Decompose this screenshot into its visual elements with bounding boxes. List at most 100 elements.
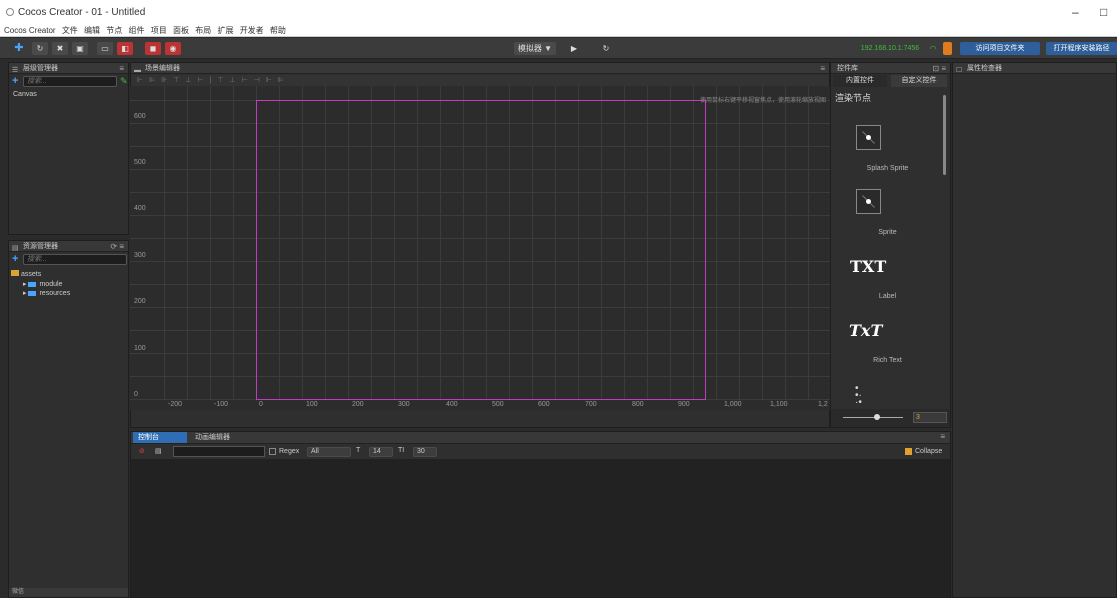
refresh-icon[interactable]: ↻ bbox=[598, 42, 614, 55]
folder-icon bbox=[28, 290, 37, 296]
scene-menu-icon[interactable]: ≡ bbox=[820, 63, 825, 74]
x-tick-label: 800 bbox=[632, 401, 644, 408]
assets-header: ▤ 资源管理器 ⟳ ≡ bbox=[9, 241, 128, 252]
widgets-title: 控件库 bbox=[837, 65, 858, 72]
open-log-icon[interactable]: ▤ bbox=[155, 447, 162, 455]
menu-panel[interactable]: 面板 bbox=[173, 25, 189, 37]
line-height-select[interactable]: 30 bbox=[413, 447, 437, 457]
widgets-menu-icon[interactable]: ⊡ ≡ bbox=[932, 63, 946, 74]
menu-edit[interactable]: 编辑 bbox=[84, 25, 100, 37]
folder-open-icon bbox=[11, 270, 19, 276]
clear-icon[interactable]: ⊘ bbox=[139, 447, 145, 455]
preview-platform-select[interactable]: 模拟器 ▼ bbox=[514, 42, 556, 55]
play-icon[interactable]: ▶ bbox=[566, 42, 582, 55]
menu-node[interactable]: 节点 bbox=[106, 25, 122, 37]
inspector-panel: ☐ 属性检查器 bbox=[952, 62, 1117, 598]
hierarchy-panel: ☰ 层级管理器 ≡ + 搜索... ✎ Canvas bbox=[8, 62, 129, 235]
menu-project[interactable]: 项目 bbox=[151, 25, 167, 37]
hierarchy-menu-icon[interactable]: ≡ bbox=[119, 63, 124, 74]
minimize-button[interactable]: – bbox=[1072, 5, 1079, 19]
hierarchy-search-icon[interactable]: ✎ bbox=[120, 76, 128, 87]
assets-menu-icon[interactable]: ⟳ ≡ bbox=[110, 241, 124, 252]
y-tick-label: 300 bbox=[134, 252, 146, 259]
window-titlebar: Cocos Creator - 01 - Untitled – □ bbox=[0, 0, 1117, 25]
y-tick-label: 0 bbox=[134, 391, 138, 398]
x-tick-label: -100 bbox=[214, 401, 229, 408]
label-icon[interactable]: TXT bbox=[850, 257, 886, 276]
hierarchy-search-input[interactable]: 搜索... bbox=[23, 76, 117, 87]
rotate-tool-icon[interactable]: ↻ bbox=[32, 42, 48, 55]
collapse-checkbox[interactable] bbox=[905, 448, 912, 455]
move-tool-icon[interactable]: ✚ bbox=[12, 42, 26, 55]
menu-component[interactable]: 组件 bbox=[129, 25, 145, 37]
record-icon[interactable]: ◼ bbox=[145, 42, 161, 55]
font-size-select[interactable]: 14 bbox=[369, 447, 393, 457]
widgets-scrollbar[interactable] bbox=[943, 95, 946, 175]
line-height-icon: TI bbox=[398, 447, 405, 454]
zoom-slider-handle[interactable] bbox=[874, 414, 880, 420]
menu-app[interactable]: Cocos Creator bbox=[4, 25, 56, 37]
assets-root-label: assets bbox=[21, 271, 42, 278]
preview-ip[interactable]: 192.168.10.1:7456 bbox=[855, 42, 925, 55]
menu-developer[interactable]: 开发者 bbox=[240, 25, 264, 37]
tab-animation-editor[interactable]: 动画编辑器 bbox=[195, 432, 255, 443]
inspector-icon: ☐ bbox=[956, 67, 963, 74]
menu-file[interactable]: 文件 bbox=[62, 25, 78, 37]
folder-resources-label: resources bbox=[39, 290, 71, 297]
widget-splash-sprite-label: Splash Sprite bbox=[866, 165, 909, 172]
tab-builtin-widgets[interactable]: 内置控件 bbox=[833, 75, 887, 87]
notification-icon[interactable] bbox=[943, 42, 952, 55]
rect-tool-icon[interactable]: ▣ bbox=[72, 42, 88, 55]
local-global-icon[interactable]: ▭ bbox=[97, 42, 113, 55]
console-tabs: 控制台 动画编辑器 ≡ bbox=[131, 432, 950, 443]
debug-icon[interactable]: ◉ bbox=[165, 42, 181, 55]
menu-extension[interactable]: 扩展 bbox=[217, 25, 233, 37]
tree-item-resources[interactable]: ▸ resources bbox=[23, 289, 70, 297]
tab-custom-widgets[interactable]: 自定义控件 bbox=[891, 75, 947, 87]
x-tick-label: -200 bbox=[168, 401, 183, 408]
open-install-folder-button[interactable]: 打开程序安装路径 bbox=[1046, 42, 1117, 55]
folder-icon bbox=[28, 281, 37, 287]
tree-item-module[interactable]: ▸ module bbox=[23, 280, 62, 288]
log-level-select[interactable]: All bbox=[307, 447, 351, 457]
widgets-zoom-bar: 3 bbox=[831, 409, 950, 427]
x-tick-label: 100 bbox=[306, 401, 318, 408]
assets-add-icon[interactable]: + bbox=[12, 253, 18, 265]
y-tick-label: 200 bbox=[134, 298, 146, 305]
regex-checkbox[interactable] bbox=[269, 448, 276, 455]
tab-console[interactable]: 控制台 bbox=[133, 432, 187, 443]
hierarchy-add-icon[interactable]: + bbox=[12, 75, 18, 87]
collapse-label: Collapse bbox=[915, 448, 943, 455]
tree-item-canvas[interactable]: Canvas bbox=[13, 91, 37, 98]
hierarchy-header: ☰ 层级管理器 ≡ bbox=[9, 63, 128, 74]
x-tick-label: 600 bbox=[538, 401, 550, 408]
console-filter-input[interactable] bbox=[173, 446, 265, 457]
window-title: Cocos Creator - 01 - Untitled bbox=[18, 7, 146, 18]
x-tick-label: 500 bbox=[492, 401, 504, 408]
rich-text-icon[interactable]: TxT bbox=[849, 321, 882, 340]
app-icon bbox=[6, 8, 14, 16]
assets-title: 资源管理器 bbox=[23, 243, 58, 250]
scale-tool-icon[interactable]: ✖ bbox=[52, 42, 68, 55]
zoom-slider-track[interactable] bbox=[843, 417, 903, 418]
font-size-icon: T bbox=[356, 447, 361, 454]
particle-system-icon[interactable]: • •· ·• bbox=[855, 384, 873, 408]
maximize-button[interactable]: □ bbox=[1100, 5, 1107, 19]
sprite-icon[interactable] bbox=[856, 189, 881, 214]
menu-help[interactable]: 帮助 bbox=[270, 25, 286, 37]
scene-title: 场景编辑器 bbox=[145, 65, 180, 72]
widgets-header: 控件库 ⊡ ≡ bbox=[831, 63, 950, 74]
pivot-toggle-icon[interactable]: ◧ bbox=[117, 42, 133, 55]
scene-viewport[interactable]: 使用鼠标右键平移视窗焦点，使用滚轮缩放视图 600 500 400 300 20… bbox=[130, 86, 830, 410]
assets-footer: 微信 bbox=[9, 588, 128, 597]
assets-search-input[interactable]: 搜索... bbox=[23, 254, 127, 265]
folder-module-label: module bbox=[39, 281, 63, 288]
tree-item-assets[interactable]: assets bbox=[11, 270, 41, 278]
x-tick-label: 1,000 bbox=[724, 401, 742, 408]
inspector-title: 属性检查器 bbox=[967, 65, 1002, 72]
splash-sprite-icon[interactable] bbox=[856, 125, 881, 150]
zoom-value-input[interactable]: 3 bbox=[913, 412, 947, 423]
menu-layout[interactable]: 布局 bbox=[195, 25, 211, 37]
console-menu-icon[interactable]: ≡ bbox=[940, 432, 945, 441]
open-project-folder-button[interactable]: 访问项目文件夹 bbox=[960, 42, 1040, 55]
